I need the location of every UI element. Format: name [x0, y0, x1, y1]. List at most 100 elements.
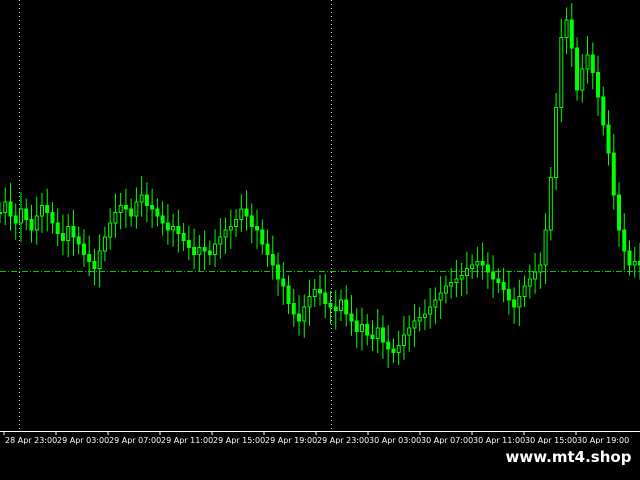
- candle-body: [365, 324, 370, 336]
- candle-body: [181, 233, 186, 241]
- candle-body: [359, 324, 364, 332]
- candle-body: [585, 54, 590, 70]
- candle-body: [485, 264, 490, 273]
- time-tick-label: 29 Apr 23:00: [317, 436, 369, 445]
- candle-body: [228, 226, 233, 231]
- candle-body: [50, 212, 55, 224]
- candle-body: [76, 236, 81, 245]
- candle-body: [512, 299, 517, 308]
- candle-body: [307, 296, 312, 308]
- candle-body: [601, 96, 606, 126]
- candle-body: [286, 285, 291, 304]
- candle-body: [380, 327, 385, 343]
- time-tick-label: 29 Apr 19:00: [265, 436, 317, 445]
- candle-body: [328, 303, 333, 308]
- candle-body: [354, 320, 359, 332]
- candle-body: [611, 152, 616, 196]
- candle-body: [281, 278, 286, 287]
- candle-body: [449, 282, 454, 287]
- candle-body: [71, 226, 76, 238]
- candle-body: [627, 250, 632, 266]
- candle-body: [192, 247, 197, 255]
- price-chart[interactable]: 28 Apr 23:00 29 Apr 03:00 29 Apr 07:00 29 A…: [0, 0, 640, 480]
- time-tick-label: 28 Apr 23:00: [5, 436, 57, 445]
- candle-body: [24, 208, 29, 220]
- candle-body: [176, 226, 181, 234]
- candle-body: [559, 37, 564, 108]
- candle-body: [39, 205, 44, 217]
- candle-body: [422, 313, 427, 318]
- candle-body: [412, 320, 417, 329]
- candle-body: [596, 72, 601, 98]
- candle-body: [622, 229, 627, 252]
- candle-body: [8, 201, 13, 217]
- candle-body: [533, 271, 538, 280]
- candle-body: [186, 240, 191, 248]
- candle-body: [338, 299, 343, 311]
- candle-body: [244, 208, 249, 217]
- candle-body: [401, 334, 406, 346]
- time-tick-label: 29 Apr 03:00: [57, 436, 109, 445]
- candle-body: [87, 254, 92, 262]
- chart-window[interactable]: 28 Apr 23:00 29 Apr 03:00 29 Apr 07:00 29 A…: [0, 0, 640, 480]
- candle-body: [480, 261, 485, 266]
- candle-body: [349, 313, 354, 322]
- candle-body: [344, 299, 349, 315]
- candle-body: [291, 303, 296, 315]
- candle-body: [454, 278, 459, 283]
- candle-body: [139, 194, 144, 203]
- candle-body: [134, 201, 139, 217]
- candle-body: [438, 292, 443, 301]
- candle-body: [632, 261, 637, 266]
- candle-body: [102, 236, 107, 252]
- candle-body: [370, 334, 375, 339]
- watermark-box: www.mt4.shop: [497, 444, 640, 470]
- candle-body: [312, 289, 317, 297]
- candle-body: [522, 285, 527, 297]
- candle-body: [443, 285, 448, 294]
- candle-body: [249, 215, 254, 227]
- candle: [548, 167, 553, 241]
- candle-body: [433, 299, 438, 308]
- candle-body: [60, 233, 65, 241]
- candle-body: [527, 278, 532, 287]
- candle-body: [197, 247, 202, 255]
- time-tick-label: 29 Apr 07:00: [109, 436, 161, 445]
- candle-body: [55, 222, 60, 234]
- candle-body: [223, 229, 228, 238]
- candle-body: [470, 264, 475, 269]
- candle-body: [543, 229, 548, 266]
- candle-body: [34, 215, 39, 231]
- candle-body: [255, 226, 260, 231]
- time-tick-label: 29 Apr 11:00: [161, 436, 213, 445]
- candle: [554, 92, 559, 191]
- candle-body: [407, 327, 412, 336]
- candle-body: [218, 236, 223, 245]
- candle-body: [375, 327, 380, 339]
- candle-body: [270, 254, 275, 266]
- candle-body: [265, 243, 270, 255]
- candle-body: [66, 226, 71, 241]
- candle-body: [302, 306, 307, 322]
- candle-body: [297, 313, 302, 322]
- candle-body: [554, 107, 559, 178]
- candle-body: [386, 341, 391, 350]
- candle-body: [496, 278, 501, 283]
- candle-body: [113, 212, 118, 224]
- candle-body: [234, 219, 239, 227]
- candle-body: [538, 264, 543, 273]
- candle-body: [459, 275, 464, 280]
- candle-body: [144, 194, 149, 206]
- candle-body: [517, 296, 522, 308]
- candle-body: [564, 19, 569, 38]
- time-tick-label: 29 Apr 15:00: [213, 436, 265, 445]
- candle-body: [207, 250, 212, 255]
- candle-body: [506, 289, 511, 301]
- candle-body: [18, 208, 23, 224]
- candle-body: [155, 208, 160, 217]
- candle-body: [150, 205, 155, 210]
- candle-body: [123, 205, 128, 210]
- candle-body: [606, 124, 611, 154]
- candle-body: [323, 292, 328, 304]
- candle-body: [118, 205, 123, 213]
